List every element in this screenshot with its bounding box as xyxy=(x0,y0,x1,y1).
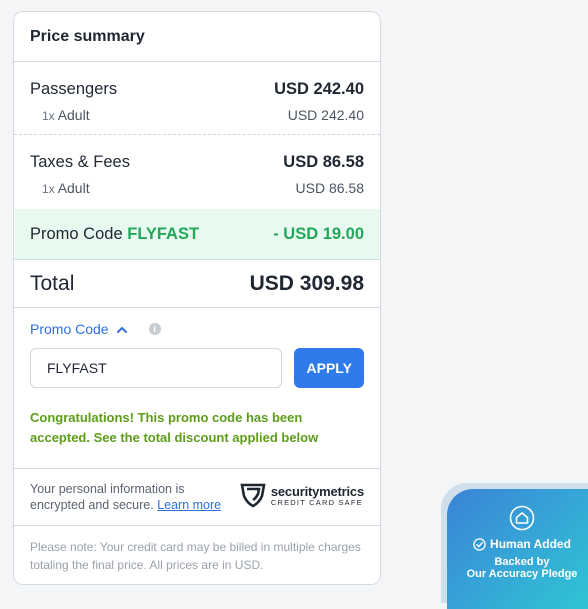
passengers-section: Passengers USD 242.40 1x Adult USD 242.40 xyxy=(14,62,380,135)
taxes-amount: USD 86.58 xyxy=(283,152,364,171)
taxes-label: Taxes & Fees xyxy=(30,152,130,171)
chevron-up-icon[interactable] xyxy=(116,326,127,333)
total-amount: USD 309.98 xyxy=(249,271,364,295)
billing-note: Please note: Your credit card may be bil… xyxy=(30,540,361,572)
promo-form: Promo Code i APPLY Congratulations! This… xyxy=(14,308,380,469)
learn-more-link[interactable]: Learn more xyxy=(157,498,221,512)
total-row: Total USD 309.98 xyxy=(14,260,380,308)
securitymetrics-logo: securitymetrics CREDIT CARD SAFE xyxy=(240,482,364,513)
passengers-sub-amount: USD 242.40 xyxy=(287,107,364,123)
check-circle-icon xyxy=(473,537,486,551)
logo-subtitle: CREDIT CARD SAFE xyxy=(270,498,363,507)
info-icon[interactable]: i xyxy=(148,323,161,335)
price-summary-title: Price summary xyxy=(14,12,380,62)
passengers-type: Adult xyxy=(57,107,90,123)
apply-button[interactable]: APPLY xyxy=(294,348,364,388)
badge-line-1: Backed by xyxy=(494,556,550,568)
security-text: Your personal information is encrypted a… xyxy=(30,481,230,513)
promo-line-code: FLYFAST xyxy=(127,224,200,243)
promo-line-label: Promo Code xyxy=(30,224,123,243)
logo-name: securitymetrics xyxy=(270,484,364,499)
price-summary-card: Price summary Passengers USD 242.40 1x Ad… xyxy=(13,11,381,585)
taxes-qty: 1x xyxy=(42,182,55,196)
promo-code-input[interactable] xyxy=(30,348,283,388)
promo-discount-amount: - USD 19.00 xyxy=(273,224,364,243)
badge-line-2: Our Accuracy Pledge xyxy=(466,568,578,580)
promo-toggle[interactable]: Promo Code xyxy=(30,321,109,337)
total-label: Total xyxy=(30,271,75,295)
passengers-label: Passengers xyxy=(30,79,118,98)
badge-title: Human Added xyxy=(490,537,571,551)
passengers-qty: 1x xyxy=(42,109,55,123)
promo-success-message: Congratulations! This promo code has bee… xyxy=(30,410,319,445)
passengers-amount: USD 242.40 xyxy=(274,79,364,98)
accuracy-pledge-badge[interactable]: Human Added Backed by Our Accuracy Pledg… xyxy=(447,489,588,609)
taxes-type: Adult xyxy=(57,180,90,196)
promo-discount-row: Promo Code FLYFAST - USD 19.00 xyxy=(14,209,380,260)
home-icon xyxy=(447,505,588,531)
security-section: Your personal information is encrypted a… xyxy=(14,469,380,526)
taxes-sub-amount: USD 86.58 xyxy=(295,180,364,196)
taxes-section: Taxes & Fees USD 86.58 1x Adult USD 86.58 xyxy=(14,135,380,209)
shield-icon xyxy=(240,482,266,513)
